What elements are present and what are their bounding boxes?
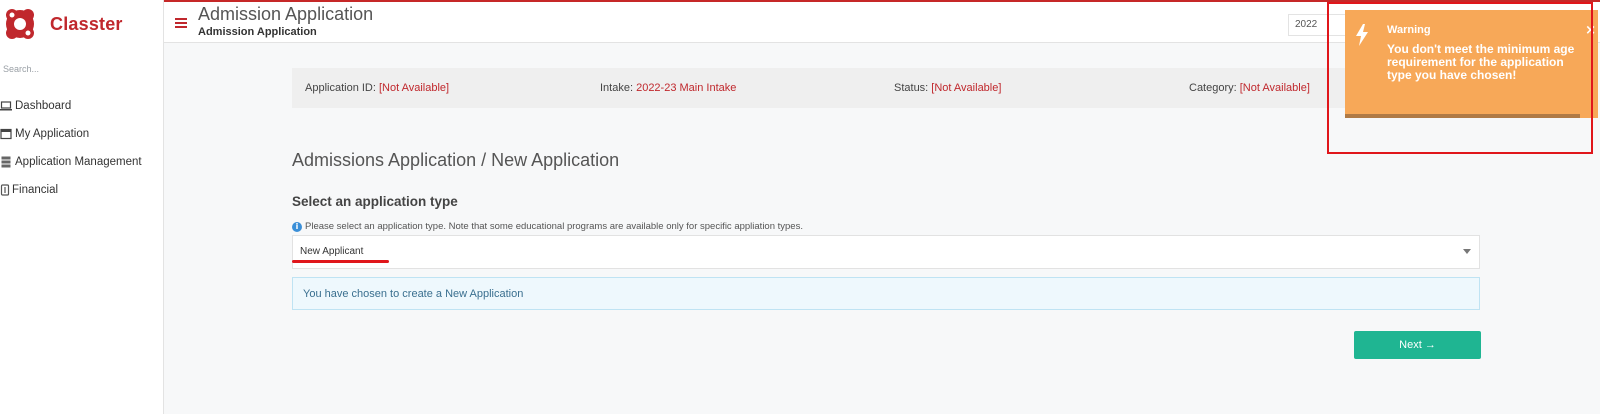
application-type-select[interactable]: New Applicant [292, 235, 1480, 269]
annotation-highlight-box [1327, 2, 1593, 154]
breadcrumb: Admission Application [198, 26, 317, 38]
status-value: [Not Available] [931, 82, 1002, 94]
selected-application-type: New Applicant [300, 246, 364, 257]
logo[interactable]: Classter [2, 6, 123, 42]
sidebar-item-my-application[interactable]: My Application [0, 120, 164, 148]
application-info-bar: Application ID: [Not Available] Intake: … [292, 68, 1480, 108]
hint-text: Please select an application type. Note … [305, 221, 803, 232]
sidebar-item-label: Financial [12, 184, 59, 196]
money-icon [0, 184, 10, 196]
info-icon: i [292, 221, 302, 232]
application-id-field: Application ID: [Not Available] [305, 82, 450, 94]
laptop-icon [0, 100, 12, 112]
info-alert: You have chosen to create a New Applicat… [292, 277, 1480, 310]
next-button[interactable]: Next → [1354, 331, 1481, 359]
section-title: Select an application type [292, 194, 458, 209]
annotation-underline [292, 260, 389, 263]
hamburger-menu-icon[interactable] [175, 18, 187, 28]
server-icon [0, 156, 12, 168]
intake-field: Intake: 2022-23 Main Intake [600, 82, 737, 94]
sidebar-item-application-management[interactable]: Application Management [0, 148, 164, 176]
sidebar-item-financial[interactable]: Financial [0, 176, 164, 204]
page-heading: Admissions Application / New Application [292, 150, 620, 170]
category-value: [Not Available] [1239, 82, 1310, 94]
sidebar-nav: Dashboard My Application Application Man… [0, 92, 164, 204]
caret-down-icon [1463, 249, 1471, 254]
intake-value: 2022-23 Main Intake [636, 82, 737, 94]
sidebar-item-dashboard[interactable]: Dashboard [0, 92, 164, 120]
search-input[interactable]: Search... [3, 64, 39, 74]
sidebar-item-label: Dashboard [15, 100, 72, 112]
application-type-hint: i Please select an application type. Not… [292, 221, 803, 232]
page-title: Admission Application [198, 4, 374, 24]
application-id-value: [Not Available] [378, 82, 450, 94]
sidebar-item-label: Application Management [15, 156, 142, 168]
classter-logo-icon [6, 9, 34, 39]
sidebar-item-label: My Application [15, 128, 90, 140]
status-field: Status: [Not Available] [894, 82, 1002, 94]
window-icon [0, 128, 12, 140]
category-field: Category: [Not Available] [1189, 82, 1310, 94]
sidebar: Classter Search... Dashboard My Applicat… [0, 0, 164, 414]
brand-name: Classter [50, 13, 123, 34]
